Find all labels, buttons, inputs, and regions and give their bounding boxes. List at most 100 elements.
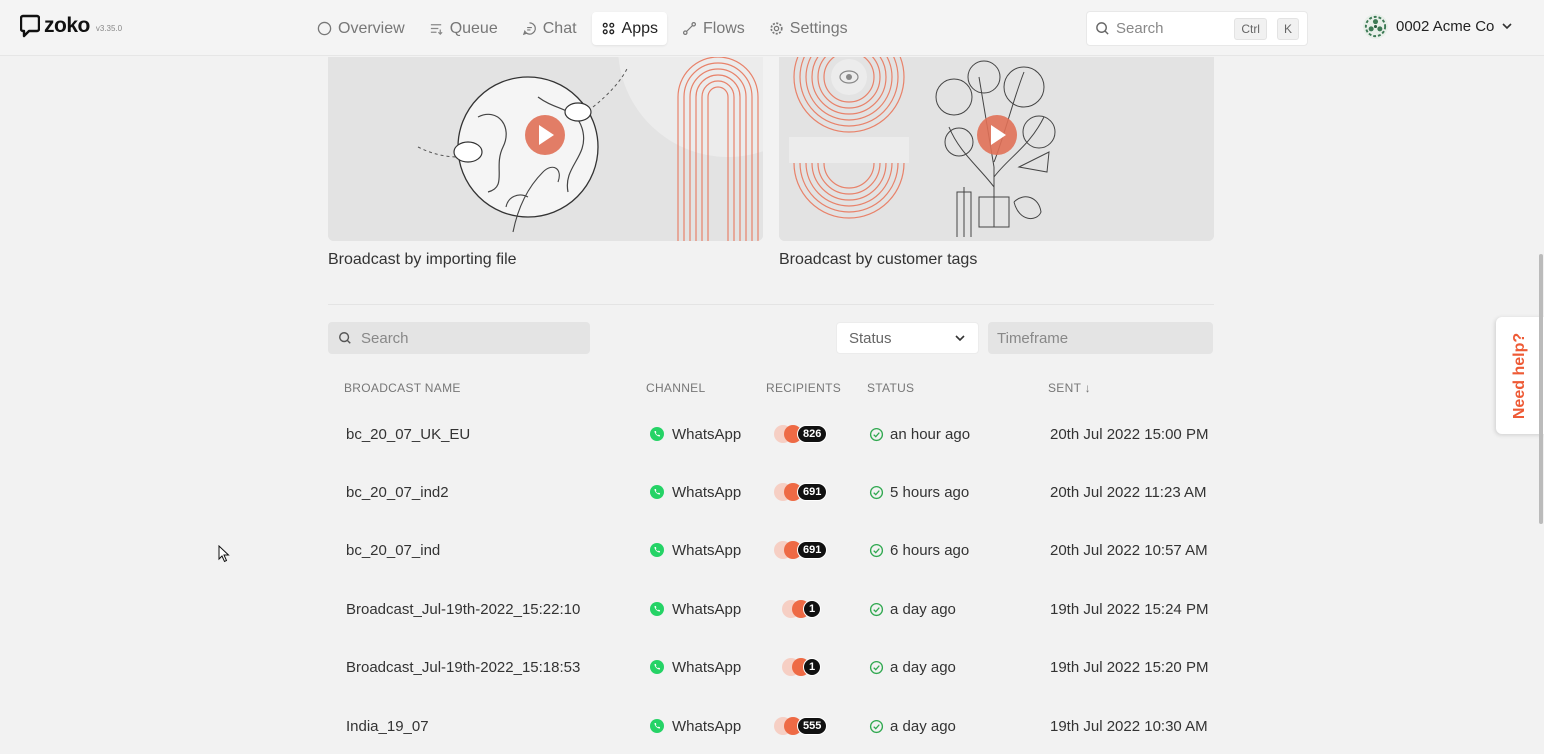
nav-flows[interactable]: Flows [673,12,754,45]
recipients-cell: 691 [774,521,830,579]
column-header-recipients[interactable]: RECIPIENTS [766,381,841,395]
recipients-badge: 691 [774,483,830,501]
status-text: a day ago [890,658,956,676]
table-row[interactable]: Broadcast_Jul-19th-2022_15:22:10 WhatsAp… [328,580,1214,638]
channel-cell: WhatsApp [649,580,741,638]
play-video-icon-2 [977,115,1017,155]
column-header-sent[interactable]: SENT ↓ [1048,381,1091,395]
channel-cell: WhatsApp [649,405,741,463]
check-circle-icon [869,427,884,441]
whatsapp-icon [650,602,664,616]
recipients-count: 691 [797,483,828,501]
status-cell: a day ago [869,638,956,696]
channel-cell: WhatsApp [649,521,741,579]
queue-icon [430,24,443,35]
channel-name: WhatsApp [672,425,742,443]
sent-date: 19th Jul 2022 10:30 AM [1050,717,1208,735]
main-nav: Overview Queue Chat Apps Flows Settings [308,12,863,45]
status-filter-label: Status [849,329,892,347]
account-switcher[interactable]: 0002 Acme Co [1362,12,1513,40]
channel-cell: WhatsApp [649,638,741,696]
recipients-cell: 691 [774,463,830,521]
status-cell: an hour ago [869,405,970,463]
channel-name: WhatsApp [672,600,742,618]
shortcut-k-key: K [1276,17,1299,40]
need-help-tab[interactable]: Need help? [1496,317,1544,434]
table-row[interactable]: bc_20_07_ind2 WhatsApp 691 5 hours ago 2… [328,463,1214,521]
table-row[interactable]: Broadcast_Jul-19th-2022_15:18:53 WhatsAp… [328,638,1214,696]
nav-overview[interactable]: Overview [308,12,414,45]
flows-icon [682,21,697,36]
recipients-badge: 691 [774,541,830,559]
earth-illustration [328,57,763,241]
nav-apps[interactable]: Apps [591,12,667,45]
timeframe-filter-input[interactable]: Timeframe [988,322,1213,354]
sent-date: 19th Jul 2022 15:20 PM [1050,658,1209,676]
main-content: Broadcast by importing file Broadcast by… [0,57,1544,754]
status-text: a day ago [890,600,956,618]
zoko-logo-icon [20,14,40,38]
recipients-count: 1 [803,600,821,618]
recipients-badge: 1 [782,658,830,676]
status-cell: a day ago [869,580,956,638]
table-row[interactable]: bc_20_07_UK_EU WhatsApp 826 an hour ago … [328,405,1214,463]
column-header-status[interactable]: STATUS [867,381,914,395]
nav-chat[interactable]: Chat [513,12,586,45]
status-filter-select[interactable]: Status [836,322,979,354]
recipients-count: 1 [803,658,821,676]
broadcast-name: India_19_07 [346,717,429,735]
section-divider [328,304,1214,305]
sent-date: 20th Jul 2022 10:57 AM [1050,541,1208,559]
check-circle-icon [869,602,884,616]
table-row[interactable]: bc_20_07_ind WhatsApp 691 6 hours ago 20… [328,521,1214,579]
check-circle-icon [869,660,884,674]
whatsapp-icon [650,660,664,674]
broadcast-name: Broadcast_Jul-19th-2022_15:18:53 [346,658,581,676]
account-name: 0002 Acme Co [1396,17,1495,35]
whatsapp-icon [650,427,664,441]
status-cell: 5 hours ago [869,463,969,521]
recipients-cell: 1 [774,638,830,696]
search-icon [339,332,351,344]
column-header-broadcast-name[interactable]: BROADCAST NAME [344,381,461,395]
chat-icon [522,22,536,36]
top-bar: zoko v3.35.0 Overview Queue Chat Apps Fl… [0,0,1544,56]
channel-name: WhatsApp [672,658,742,676]
recipients-badge: 826 [774,425,830,443]
global-search[interactable]: Search Ctrl K [1086,11,1308,46]
nav-queue[interactable]: Queue [420,12,507,45]
card-import-file-label[interactable]: Broadcast by importing file [328,251,517,269]
broadcast-search-placeholder: Search [361,329,409,347]
channel-cell: WhatsApp [649,697,741,754]
sent-date: 20th Jul 2022 15:00 PM [1050,425,1209,443]
tree-illustration [779,57,1214,241]
nav-apps-label: Apps [621,19,658,37]
status-text: 6 hours ago [890,541,970,559]
nav-chat-label: Chat [542,19,577,37]
card-customer-tags-label[interactable]: Broadcast by customer tags [779,251,977,269]
recipients-count: 691 [797,541,828,559]
broadcast-name: bc_20_07_ind [346,541,441,559]
logo-text: zoko [44,14,90,37]
apps-grid-icon [602,22,614,35]
timeframe-placeholder: Timeframe [997,329,1069,347]
card-customer-tags-thumbnail[interactable] [779,57,1214,241]
recipients-cell: 826 [774,405,830,463]
global-search-placeholder: Search [1116,20,1164,37]
channel-name: WhatsApp [672,717,742,735]
card-import-file-thumbnail[interactable] [328,57,763,241]
nav-settings-label: Settings [789,19,848,37]
recipients-badge: 555 [774,717,830,735]
logo[interactable]: zoko v3.35.0 [20,14,122,38]
channel-cell: WhatsApp [649,463,741,521]
column-header-channel[interactable]: CHANNEL [646,381,705,395]
whatsapp-icon [650,719,664,733]
search-icon [1096,22,1109,35]
check-circle-icon [869,719,884,733]
page-scrollbar[interactable] [1539,254,1543,524]
table-row[interactable]: India_19_07 WhatsApp 555 a day ago 19th … [328,697,1214,754]
broadcast-search-input[interactable]: Search [328,322,590,354]
nav-settings[interactable]: Settings [760,12,857,45]
sent-date: 20th Jul 2022 11:23 AM [1050,483,1207,501]
recipients-count: 555 [797,717,828,735]
